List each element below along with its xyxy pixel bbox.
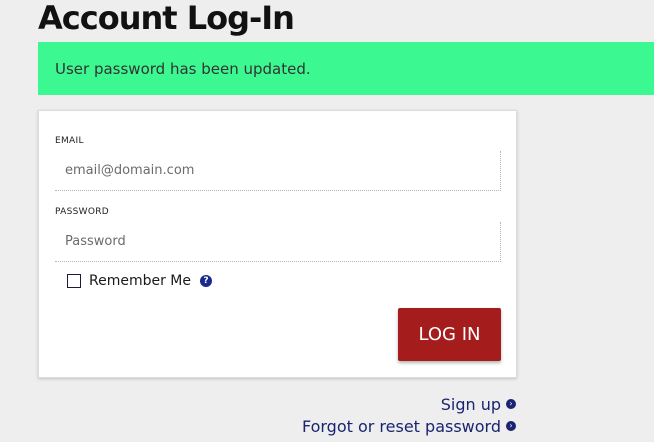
sign-up-link[interactable]: Sign up › — [302, 393, 516, 415]
chevron-circle-right-icon: › — [506, 421, 516, 431]
email-field[interactable] — [55, 151, 501, 191]
forgot-password-link[interactable]: Forgot or reset password › — [302, 415, 516, 437]
account-links: Sign up › Forgot or reset password › — [302, 393, 516, 437]
sign-up-link-label: Sign up — [440, 394, 501, 414]
login-form-card: EMAIL PASSWORD Remember Me ? LOG IN — [38, 110, 517, 378]
chevron-circle-right-icon: › — [506, 399, 516, 409]
password-label: PASSWORD — [55, 207, 110, 217]
email-label: EMAIL — [55, 136, 84, 146]
forgot-password-link-label: Forgot or reset password — [301, 416, 501, 436]
success-alert: User password has been updated. — [38, 42, 654, 95]
remember-me-row: Remember Me ? — [67, 273, 212, 289]
question-circle-icon[interactable]: ? — [200, 275, 212, 287]
password-field[interactable] — [55, 222, 501, 262]
remember-me-checkbox[interactable] — [67, 274, 81, 288]
remember-me-label[interactable]: Remember Me — [89, 273, 191, 289]
page-title: Account Log-In — [38, 0, 295, 37]
alert-message: User password has been updated. — [55, 59, 311, 78]
log-in-button[interactable]: LOG IN — [398, 308, 501, 361]
